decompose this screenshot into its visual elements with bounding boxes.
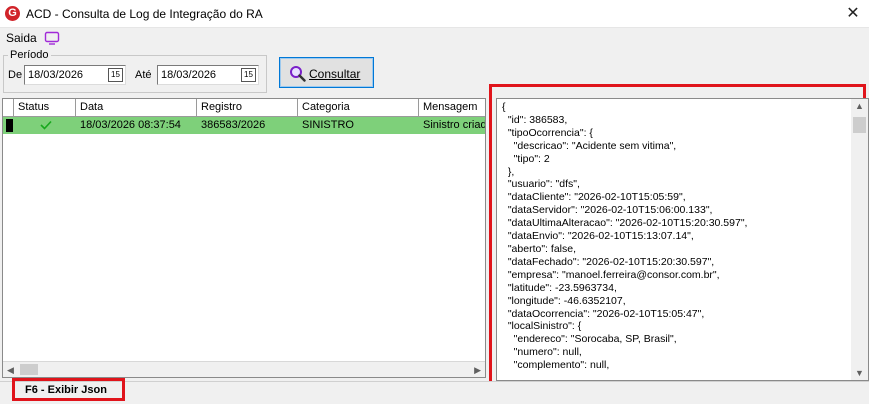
json-line: "latitude": -23.5963734, [502,281,617,294]
json-text: { "id": 386583, "tipoOcorrencia": { "des… [502,101,847,372]
json-line: "aberto": false, [502,242,576,255]
scroll-right-icon[interactable]: ▶ [474,365,481,376]
grid-horizontal-scrollbar[interactable]: ◀ ▶ [3,361,485,377]
menu-item-saida[interactable]: Saida [6,31,37,45]
scroll-left-icon[interactable]: ◀ [7,365,14,376]
json-line: "dataOcorrencia": "2026-02-10T15:05:47", [502,307,705,320]
cell-mensagem: Sinistro criado [423,119,486,131]
json-line: "dataUltimaAlteracao": "2026-02-10T15:20… [502,217,748,230]
cell-registro: 386583/2026 [201,119,266,131]
row-indicator [6,119,13,132]
to-date-value: 18/03/2026 [161,69,217,81]
column-header-categoria[interactable]: Categoria [298,99,419,117]
calendar-icon[interactable]: 15 [108,68,123,82]
json-line: "endereco": "Sorocaba, SP, Brasil", [502,333,677,346]
json-line: "dataServidor": "2026-02-10T15:06:00.133… [502,204,713,217]
status-bar [0,381,869,404]
cell-data: 18/03/2026 08:37:54 [80,119,181,131]
search-icon [290,66,306,82]
grid-header: Status Data Registro Categoria Mensagem [3,99,485,117]
check-icon [40,120,52,130]
json-line: "usuario": "dfs", [502,178,580,191]
json-line: }, [502,165,515,178]
json-line: "dataEnvio": "2026-02-10T15:13:07.14", [502,230,694,243]
from-date-label: De [8,69,23,81]
json-line: "longitude": -46.6352107, [502,294,626,307]
scroll-down-icon[interactable]: ▼ [855,368,864,378]
from-date-value: 18/03/2026 [28,69,84,81]
json-line: "localSinistro": { [502,320,582,333]
json-line: "dataCliente": "2026-02-10T15:05:59", [502,191,686,204]
json-line: "dataFechado": "2026-02-10T15:20:30.597"… [502,255,715,268]
monitor-icon[interactable] [44,30,60,46]
from-date-field[interactable]: 18/03/2026 15 [24,65,126,85]
to-date-field[interactable]: 18/03/2026 15 [157,65,259,85]
scroll-thumb[interactable] [853,117,866,133]
periodo-label: Período [8,49,51,61]
json-line: "tipo": 2 [502,152,550,165]
json-vertical-scrollbar[interactable]: ▲ ▼ [851,99,868,380]
calendar-icon[interactable]: 15 [241,68,256,82]
json-panel[interactable]: { "id": 386583, "tipoOcorrencia": { "des… [496,98,869,381]
title-bar: G ACD - Consulta de Log de Integração do… [0,0,869,28]
column-header-registro[interactable]: Registro [197,99,298,117]
f6-shortcut-label[interactable]: F6 - Exibir Json [25,384,107,396]
scroll-up-icon[interactable]: ▲ [855,101,864,111]
column-header-data[interactable]: Data [76,99,197,117]
cell-categoria: SINISTRO [302,119,354,131]
scroll-thumb[interactable] [20,364,38,375]
to-date-label: Até [135,69,152,81]
consultar-label: Consultar [309,67,361,81]
column-header-mensagem[interactable]: Mensagem [419,99,485,117]
table-row[interactable]: 18/03/2026 08:37:54 386583/2026 SINISTRO… [3,117,485,134]
json-line: "descricao": "Acidente sem vitima", [502,139,677,152]
json-line: "numero": null, [502,346,582,359]
consultar-button[interactable]: Consultar [279,57,374,88]
header-indicator-cell [3,99,14,117]
json-line: "tipoOcorrencia": { [502,126,593,139]
app-logo-icon: G [5,6,20,21]
log-grid[interactable]: Status Data Registro Categoria Mensagem … [2,98,486,378]
json-line: { [502,101,506,113]
json-line: "empresa": "manoel.ferreira@consor.com.b… [502,268,720,281]
json-line: "id": 386583, [502,113,568,126]
column-header-status[interactable]: Status [14,99,76,117]
window-title: ACD - Consulta de Log de Integração do R… [26,7,263,21]
json-line: "complemento": null, [502,359,610,372]
menu-bar: Saida [0,28,869,48]
close-button[interactable]: ✕ [837,0,869,28]
